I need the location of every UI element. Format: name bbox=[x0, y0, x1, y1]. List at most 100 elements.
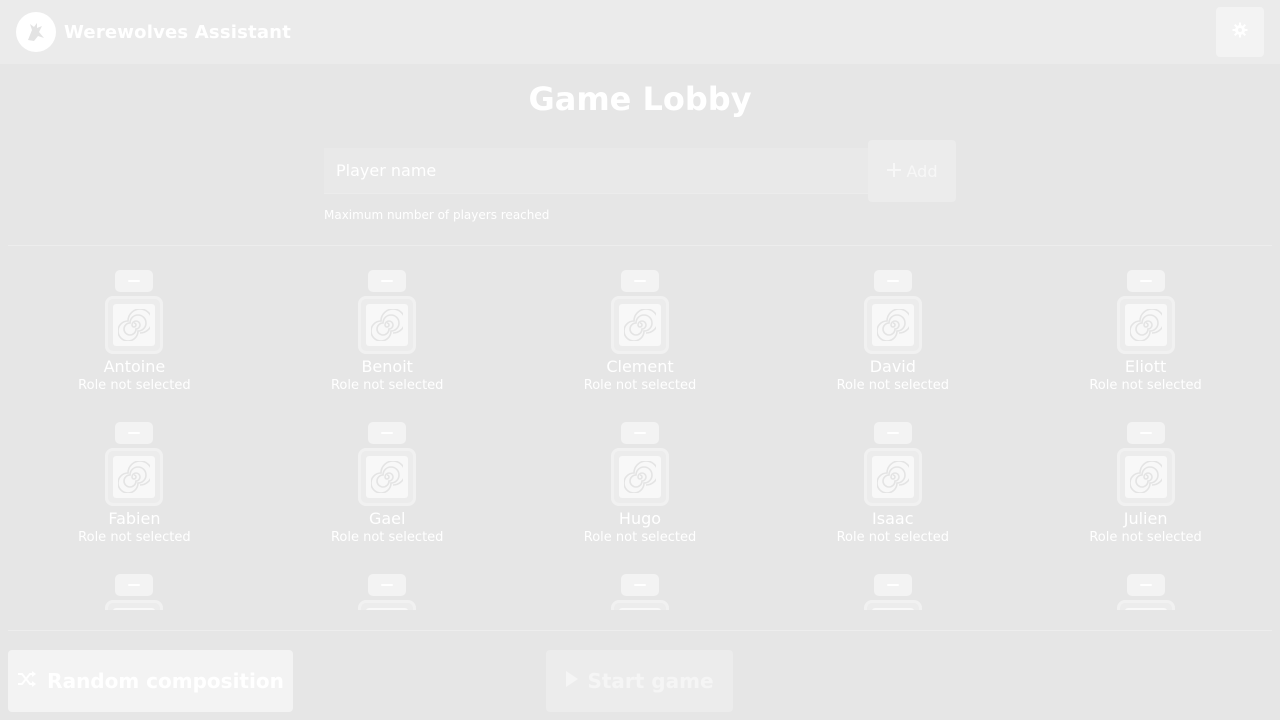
minus-icon bbox=[886, 280, 899, 282]
player-role: Role not selected bbox=[78, 530, 191, 545]
player-card: Antoine Role not selected bbox=[8, 258, 261, 410]
start-game-label: Start game bbox=[587, 669, 714, 693]
role-unknown-icon bbox=[366, 456, 409, 498]
player-name: Fabien bbox=[108, 509, 161, 528]
role-image[interactable] bbox=[610, 600, 669, 610]
app-title: Werewolves Assistant bbox=[64, 21, 292, 43]
player-card bbox=[766, 562, 1019, 610]
role-image[interactable] bbox=[610, 448, 669, 506]
minus-icon bbox=[633, 280, 646, 282]
start-game-button[interactable]: Start game bbox=[546, 650, 733, 712]
remove-player-button[interactable] bbox=[873, 270, 912, 292]
minus-icon bbox=[128, 280, 141, 282]
minus-icon bbox=[1139, 280, 1152, 282]
remove-player-button[interactable] bbox=[620, 422, 659, 444]
minus-icon bbox=[128, 432, 141, 434]
page-title: Game Lobby bbox=[528, 80, 752, 118]
role-image[interactable] bbox=[358, 600, 417, 610]
player-card: Julien Role not selected bbox=[1019, 410, 1272, 562]
player-card bbox=[8, 562, 261, 610]
minus-icon bbox=[381, 432, 394, 434]
player-card: Hugo Role not selected bbox=[514, 410, 767, 562]
minus-icon bbox=[633, 584, 646, 586]
player-card: Benoit Role not selected bbox=[261, 258, 514, 410]
player-role: Role not selected bbox=[583, 378, 697, 393]
player-card bbox=[1019, 562, 1272, 610]
player-role: Role not selected bbox=[78, 378, 191, 393]
add-player-label: Add bbox=[906, 161, 938, 181]
player-role: Role not selected bbox=[330, 378, 444, 393]
role-unknown-icon bbox=[113, 456, 156, 498]
divider bbox=[8, 630, 1272, 631]
minus-icon bbox=[381, 584, 394, 586]
role-image[interactable] bbox=[105, 448, 164, 506]
player-name: Eliott bbox=[1124, 357, 1167, 376]
player-card: Gael Role not selected bbox=[261, 410, 514, 562]
gear-icon bbox=[1232, 22, 1248, 42]
remove-player-button[interactable] bbox=[1126, 270, 1165, 292]
role-image[interactable] bbox=[1116, 448, 1175, 506]
remove-player-button[interactable] bbox=[873, 574, 912, 596]
player-card: Fabien Role not selected bbox=[8, 410, 261, 562]
divider bbox=[8, 245, 1272, 246]
role-image[interactable] bbox=[105, 600, 164, 610]
player-role: Role not selected bbox=[1089, 530, 1202, 545]
role-image[interactable] bbox=[863, 448, 922, 506]
minus-icon bbox=[633, 432, 646, 434]
players-grid: Antoine Role not selected Benoit Role not s… bbox=[8, 258, 1272, 610]
random-composition-button[interactable]: Random composition bbox=[8, 650, 293, 712]
player-role: Role not selected bbox=[836, 530, 950, 545]
player-role: Role not selected bbox=[330, 530, 444, 545]
player-name: David bbox=[869, 357, 916, 376]
role-image[interactable] bbox=[610, 296, 669, 354]
brand[interactable]: Werewolves Assistant bbox=[16, 12, 291, 52]
remove-player-button[interactable] bbox=[1126, 422, 1165, 444]
play-icon bbox=[565, 669, 579, 693]
role-unknown-icon bbox=[618, 456, 661, 498]
player-name-input[interactable] bbox=[324, 148, 868, 194]
role-unknown-icon bbox=[618, 608, 661, 610]
role-image[interactable] bbox=[863, 600, 922, 610]
player-name: Gael bbox=[368, 509, 406, 528]
role-unknown-icon bbox=[1124, 304, 1167, 346]
player-name: Clement bbox=[606, 357, 674, 376]
player-role: Role not selected bbox=[1089, 378, 1202, 393]
remove-player-button[interactable] bbox=[368, 574, 407, 596]
role-unknown-icon bbox=[871, 456, 914, 498]
role-image[interactable] bbox=[105, 296, 164, 354]
minus-icon bbox=[1139, 584, 1152, 586]
player-name: Isaac bbox=[872, 509, 914, 528]
role-unknown-icon bbox=[618, 304, 661, 346]
role-image[interactable] bbox=[358, 296, 417, 354]
player-card bbox=[514, 562, 767, 610]
remove-player-button[interactable] bbox=[368, 270, 407, 292]
player-name: Benoit bbox=[361, 357, 413, 376]
settings-button[interactable] bbox=[1216, 7, 1264, 57]
remove-player-button[interactable] bbox=[1126, 574, 1165, 596]
remove-player-button[interactable] bbox=[873, 422, 912, 444]
remove-player-button[interactable] bbox=[115, 422, 154, 444]
add-player-button[interactable]: Add bbox=[868, 140, 956, 202]
player-name: Antoine bbox=[103, 357, 166, 376]
remove-player-button[interactable] bbox=[115, 270, 154, 292]
remove-player-button[interactable] bbox=[620, 270, 659, 292]
remove-player-button[interactable] bbox=[115, 574, 154, 596]
remove-player-button[interactable] bbox=[620, 574, 659, 596]
players-list[interactable]: Antoine Role not selected Benoit Role not s… bbox=[8, 258, 1272, 610]
player-role: Role not selected bbox=[836, 378, 950, 393]
player-card: David Role not selected bbox=[766, 258, 1019, 410]
role-unknown-icon bbox=[366, 304, 409, 346]
role-unknown-icon bbox=[871, 608, 914, 610]
remove-player-button[interactable] bbox=[368, 422, 407, 444]
minus-icon bbox=[128, 584, 141, 586]
max-players-helper: Maximum number of players reached bbox=[324, 208, 550, 222]
random-composition-label: Random composition bbox=[47, 669, 284, 693]
role-image[interactable] bbox=[1116, 600, 1175, 610]
role-unknown-icon bbox=[113, 608, 156, 610]
role-unknown-icon bbox=[113, 304, 156, 346]
plus-icon bbox=[886, 162, 901, 181]
role-image[interactable] bbox=[358, 448, 417, 506]
role-image[interactable] bbox=[863, 296, 922, 354]
minus-icon bbox=[886, 584, 899, 586]
role-image[interactable] bbox=[1116, 296, 1175, 354]
